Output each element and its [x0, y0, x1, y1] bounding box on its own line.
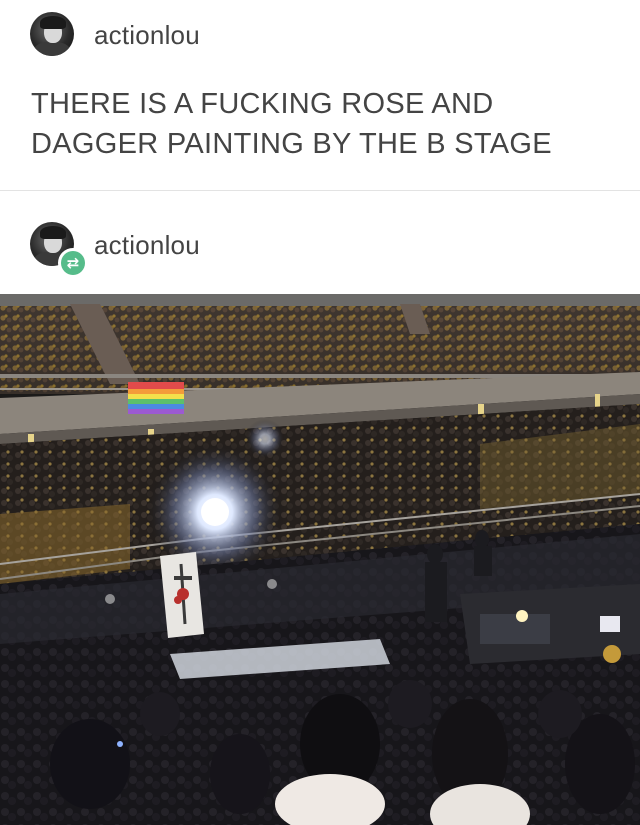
avatar-hair — [40, 16, 66, 29]
post-text: THERE IS A FUCKING ROSE AND DAGGER PAINT… — [31, 88, 552, 160]
post-username[interactable]: actionlou — [94, 20, 200, 51]
avatar-hair — [40, 226, 66, 239]
reblog-username[interactable]: actionlou — [94, 230, 200, 261]
reblog-icon: ⇄ — [61, 251, 85, 275]
rainbow-banner — [128, 382, 184, 414]
reblog-badge: ⇄ — [58, 248, 88, 278]
concert-photo[interactable] — [0, 294, 640, 825]
post-divider — [0, 190, 640, 191]
concert-photo-illustration — [0, 294, 640, 825]
user-avatar[interactable] — [30, 12, 74, 56]
avatar-shirt — [34, 42, 70, 56]
